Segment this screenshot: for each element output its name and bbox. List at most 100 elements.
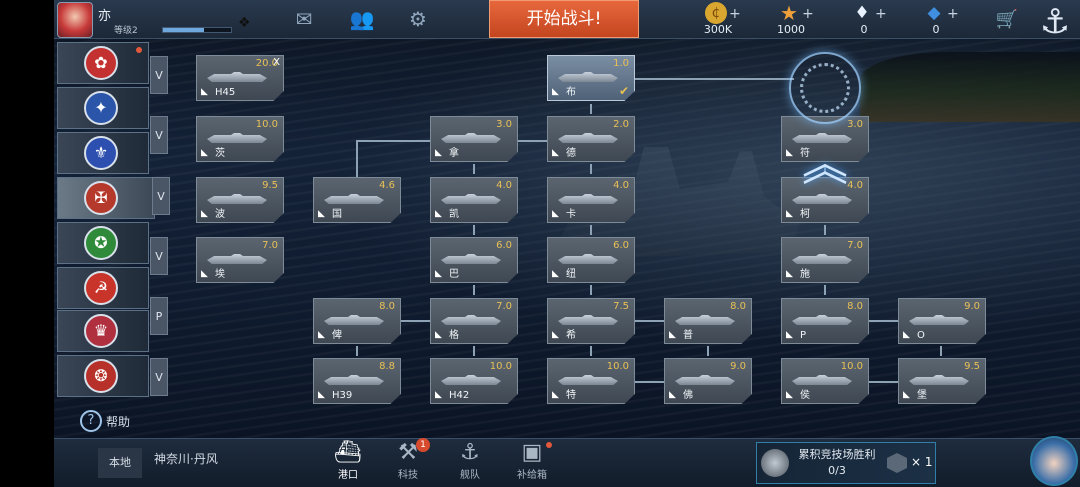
ship-tier: 4.0: [613, 180, 629, 191]
nation-tab-japan[interactable]: ✿: [57, 42, 149, 84]
usa-emblem-icon: ✦: [84, 91, 118, 125]
ship-card[interactable]: 20.0 X ◣ H45: [196, 55, 284, 101]
ship-card[interactable]: 4.0 ◣ 凯: [430, 177, 518, 223]
nav-label: 补给箱: [517, 470, 547, 481]
anchor-icon[interactable]: ⚓: [1034, 2, 1076, 48]
ship-card[interactable]: 7.0 ◣ 格: [430, 298, 518, 344]
ship-type-icon: ◣: [552, 269, 559, 279]
player-avatar[interactable]: [57, 2, 93, 38]
nation-tab-germany[interactable]: ✠: [57, 177, 155, 219]
notification-dot: [136, 47, 142, 53]
ship-card[interactable]: 8.0 ◣ 普: [664, 298, 752, 344]
port-icon: ⛴: [334, 440, 362, 465]
ship-card[interactable]: 6.0 ◣ 纽: [547, 237, 635, 283]
nation-tab-soviet[interactable]: ☭: [57, 267, 149, 309]
nation-tab-china[interactable]: ❂: [57, 355, 149, 397]
currency-diamonds[interactable]: ♦ + 0: [829, 0, 899, 38]
fleet-icon: ⚓: [460, 440, 480, 465]
ship-card[interactable]: 2.0 ◣ 德: [547, 116, 635, 162]
ship-card[interactable]: 10.0 ◣ 茨: [196, 116, 284, 162]
port-name: 神奈川·丹风: [154, 452, 218, 466]
arena-task-panel[interactable]: 累积竞技场胜利 0/3 × 1: [756, 442, 936, 484]
ship-type-icon: ◣: [201, 87, 208, 97]
ship-card[interactable]: 9.0 ◣ 佛: [664, 358, 752, 404]
tree-connector: [590, 285, 592, 295]
ship-silhouette-icon: [792, 375, 852, 385]
start-battle-button[interactable]: 开始战斗!: [489, 0, 639, 38]
nation-tab-uk[interactable]: ♛: [57, 310, 149, 352]
ship-card[interactable]: 8.0 ◣ P: [781, 298, 869, 344]
nation-tab-france[interactable]: ⚜: [57, 132, 149, 174]
mail-icon[interactable]: ✉: [291, 8, 317, 30]
left-margin: [0, 0, 54, 486]
help-icon[interactable]: ?: [80, 410, 102, 432]
nav-tech[interactable]: ⚒ 科技 1: [378, 438, 438, 486]
ship-card-selected[interactable]: 1.0 ◣ 布 ✔: [547, 55, 635, 101]
ship-card[interactable]: 7.0 ◣ 施: [781, 237, 869, 283]
ship-tier: 3.0: [496, 119, 512, 130]
ship-tier: 8.0: [379, 301, 395, 312]
currency-stars[interactable]: ★ + 1000: [756, 0, 826, 38]
ship-name: 侯: [800, 390, 810, 401]
friends-icon[interactable]: 👥: [349, 8, 375, 30]
ship-card[interactable]: 10.0 ◣ 侯: [781, 358, 869, 404]
ship-name: H45: [215, 87, 236, 98]
ship-card[interactable]: 3.0 ◣ 拿: [430, 116, 518, 162]
ship-type-icon: ◣: [669, 330, 676, 340]
ship-card[interactable]: 7.0 ◣ 埃: [196, 237, 284, 283]
ship-type-icon: ◣: [786, 269, 793, 279]
xp-bar-fill: [163, 28, 204, 32]
ship-card[interactable]: 6.0 ◣ 巴: [430, 237, 518, 283]
tree-connector: [940, 346, 942, 356]
ship-name: 普: [683, 330, 693, 341]
ship-card[interactable]: 9.5 ◣ 堡: [898, 358, 986, 404]
shop-cart-icon[interactable]: 🛒: [993, 9, 1021, 31]
ship-type-icon: ◣: [435, 148, 442, 158]
tree-connector: [401, 320, 431, 322]
ship-tier: 4.6: [379, 180, 395, 191]
settings-gear-icon[interactable]: ⚙: [405, 8, 431, 30]
help-label[interactable]: 帮助: [106, 413, 130, 430]
ship-card[interactable]: 4.0 ◣ 卡: [547, 177, 635, 223]
currency-coins[interactable]: ¢ + 300K: [683, 0, 753, 38]
row-tier-label: V: [150, 358, 168, 396]
ship-card[interactable]: 8.0 ◣ 俾: [313, 298, 401, 344]
notification-dot: [546, 442, 552, 448]
player-level: 等级2: [114, 26, 138, 36]
ship-tier: 7.0: [262, 240, 278, 251]
ship-card[interactable]: 9.5 ◣ 波: [196, 177, 284, 223]
ship-type-icon: ◣: [552, 330, 559, 340]
ship-card[interactable]: 10.0 ◣ H42: [430, 358, 518, 404]
location-button[interactable]: 本地: [98, 448, 142, 478]
nav-fleet[interactable]: ⚓ 舰队: [440, 440, 500, 486]
nation-tab-usa[interactable]: ✦: [57, 87, 149, 129]
ship-card[interactable]: 9.0 ◣ O: [898, 298, 986, 344]
ship-tier: 10.0: [840, 361, 863, 372]
nation-tab-italy[interactable]: ✪: [57, 222, 149, 264]
harbor-island: [860, 52, 1080, 122]
row-tier-label: V: [150, 56, 168, 94]
owned-check-icon: ✔: [618, 84, 629, 98]
ship-type-icon: ◣: [435, 269, 442, 279]
tree-connector: [590, 346, 592, 356]
secretary-avatar[interactable]: [1030, 436, 1078, 486]
ship-card[interactable]: 8.8 ◣ H39: [313, 358, 401, 404]
ship-silhouette-icon: [558, 72, 618, 82]
ship-class: X: [273, 57, 280, 68]
ship-silhouette-icon: [324, 194, 384, 204]
upgrade-chevron-icon[interactable]: ︽: [793, 140, 857, 188]
ship-card[interactable]: 10.0 ◣ 特: [547, 358, 635, 404]
ship-name: 巴: [449, 269, 459, 280]
nav-port[interactable]: ⛴ 港口: [318, 440, 378, 486]
ship-silhouette-icon: [558, 254, 618, 264]
italy-emblem-icon: ✪: [84, 226, 118, 260]
reward-badge-icon: [887, 453, 907, 473]
ship-card[interactable]: 7.5 ◣ 希: [547, 298, 635, 344]
gems-value: 0: [932, 23, 940, 36]
arena-task-title: 累积竞技场胜利: [798, 448, 876, 461]
nav-supply[interactable]: ▣ 补给箱: [502, 440, 562, 486]
ship-silhouette-icon: [441, 315, 501, 325]
currency-gems[interactable]: ◆ + 0: [901, 0, 971, 38]
ship-card[interactable]: 4.6 ◣ 国: [313, 177, 401, 223]
tree-connector: [473, 346, 475, 356]
